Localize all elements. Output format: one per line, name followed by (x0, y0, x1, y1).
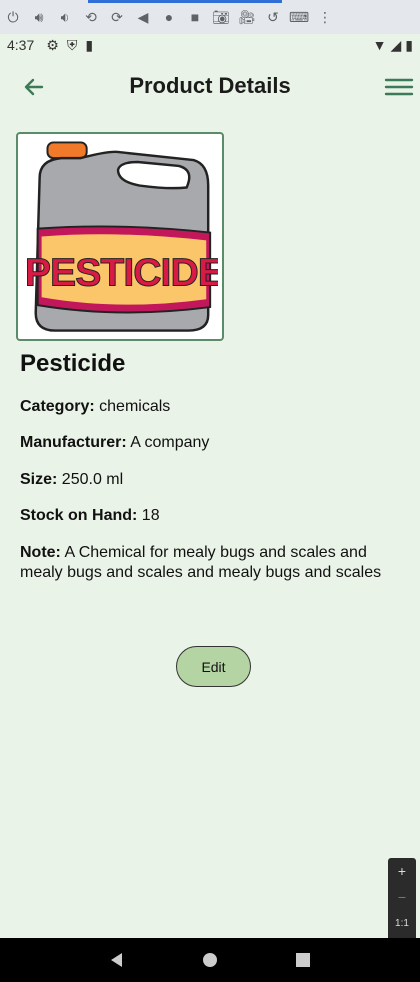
edit-button[interactable]: Edit (176, 646, 251, 687)
manufacturer-row: Manufacturer: A company (20, 433, 400, 453)
size-value: 250.0 ml (61, 471, 124, 488)
nav-back-icon[interactable] (107, 950, 127, 970)
toolbar-accent (88, 0, 282, 3)
video-icon[interactable]: 🎥︎ (234, 4, 260, 30)
android-nav-bar (0, 938, 420, 982)
more-icon[interactable]: ⋮ (312, 4, 338, 30)
size-label: Size: (20, 471, 58, 488)
zoom-out-button[interactable]: − (388, 884, 416, 910)
shield-icon: ⛨ (66, 36, 78, 53)
overview-icon[interactable]: ■ (182, 4, 208, 30)
battery-icon: ▮ (405, 36, 413, 53)
hamburger-menu-icon[interactable] (382, 72, 416, 102)
note-row: Note: A Chemical for mealy bugs and scal… (20, 543, 400, 583)
zoom-ratio-button[interactable]: 1:1 (388, 910, 416, 936)
size-row: Size: 250.0 ml (20, 470, 400, 490)
zoom-in-button[interactable]: + (388, 858, 416, 884)
nav-home-icon[interactable] (200, 950, 220, 970)
manufacturer-label: Manufacturer: (20, 434, 127, 451)
status-time: 4:37 (7, 37, 35, 53)
category-label: Category: (20, 398, 95, 415)
note-value: A Chemical for mealy bugs and scales and… (20, 544, 382, 581)
volume-up-icon[interactable]: 🔊︎ (26, 4, 52, 30)
settings-icon: ⚙ (46, 36, 59, 53)
note-label: Note: (20, 544, 61, 561)
pesticide-jug-image: PESTICIDE (24, 141, 224, 332)
product-name: Pesticide (20, 350, 126, 377)
sd-card-icon: ▮ (85, 36, 94, 53)
power-icon[interactable]: ⏻ (0, 4, 26, 30)
category-value: chemicals (99, 398, 171, 415)
product-image: PESTICIDE (16, 132, 224, 341)
nav-recents-icon[interactable] (293, 950, 313, 970)
emulator-toolbar: ⏻ 🔊︎ 🔉︎ ⟲ ⟳ ◀ ● ■ 📷︎ 🎥︎ ↺ ⌨ ⋮ (0, 0, 420, 34)
stock-row: Stock on Hand: 18 (20, 506, 400, 526)
signal-icon: ◢ (390, 36, 402, 53)
stock-value: 18 (141, 507, 160, 524)
page-title: Product Details (129, 73, 291, 98)
wifi-icon: ▼ (372, 37, 387, 53)
rotate-right-icon[interactable]: ⟳ (104, 4, 130, 30)
replay-icon[interactable]: ↺ (260, 4, 286, 30)
stock-label: Stock on Hand: (20, 507, 138, 524)
camera-icon[interactable]: 📷︎ (208, 4, 234, 30)
manufacturer-value: A company (130, 434, 210, 451)
rotate-left-icon[interactable]: ⟲ (78, 4, 104, 30)
keyboard-icon[interactable]: ⌨ (286, 4, 312, 30)
back-icon[interactable]: ◀ (130, 4, 156, 30)
svg-text:PESTICIDE: PESTICIDE (25, 252, 218, 295)
back-arrow-icon[interactable] (16, 72, 50, 102)
home-icon[interactable]: ● (156, 4, 182, 30)
volume-down-icon[interactable]: 🔉︎ (52, 4, 78, 30)
app-bar: Product Details (0, 56, 420, 116)
status-bar: 4:37 ⚙ ⛨ ▮ ▼ ◢ ▮ (0, 34, 420, 56)
category-row: Category: chemicals (20, 397, 400, 417)
